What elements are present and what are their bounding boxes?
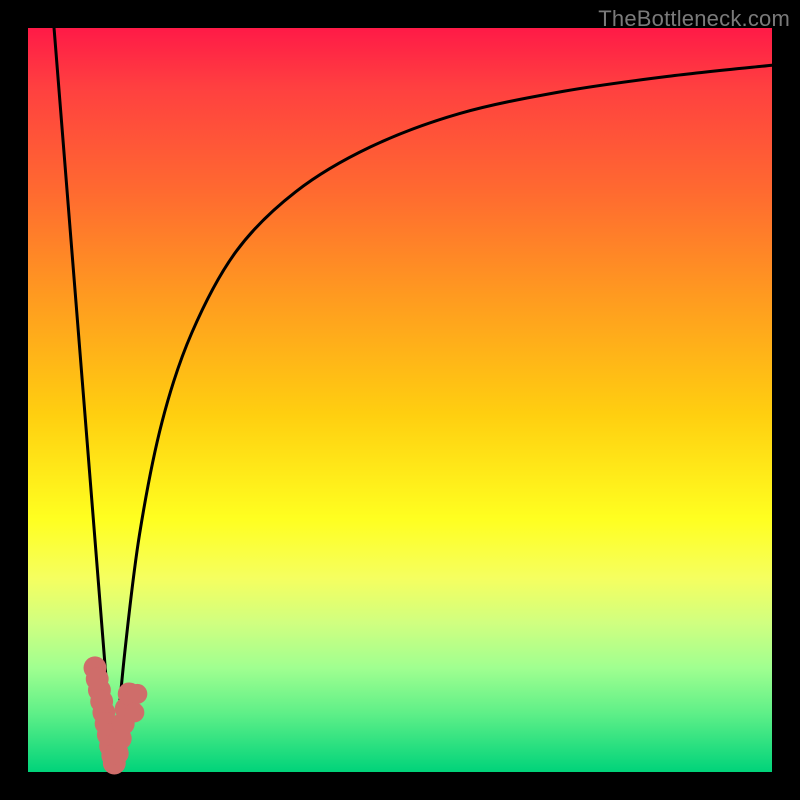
- chart-svg: [28, 28, 772, 772]
- curve-layer: [54, 28, 772, 772]
- curve-left: [54, 28, 114, 772]
- scatter-point: [127, 684, 147, 704]
- scatter-layer: [84, 656, 148, 774]
- curve-right: [114, 65, 772, 772]
- watermark-text: TheBottleneck.com: [598, 6, 790, 32]
- chart-frame: TheBottleneck.com: [0, 0, 800, 800]
- scatter-point: [124, 703, 144, 723]
- plot-area: [28, 28, 772, 772]
